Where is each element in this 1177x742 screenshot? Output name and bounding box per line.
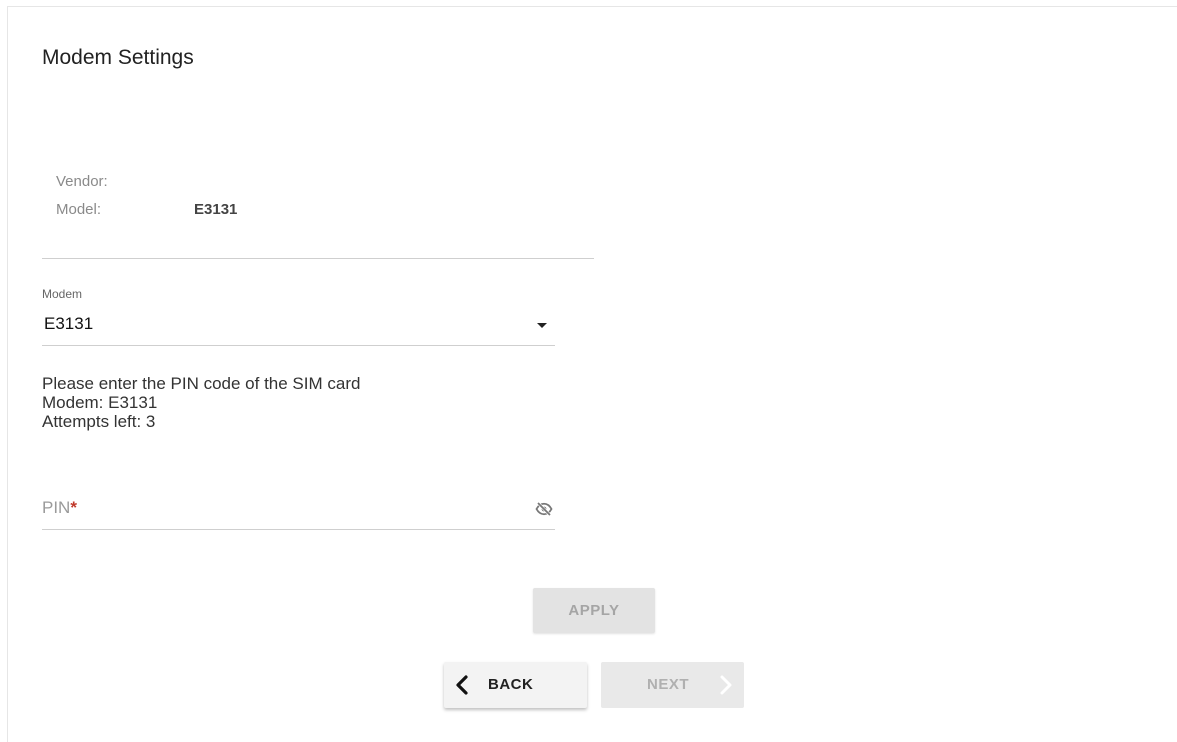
pin-prompt-modem: Modem: E3131 [42,393,158,412]
pin-prompt: Please enter the PIN code of the SIM car… [42,374,360,431]
required-mark: * [70,498,77,517]
back-button-label: BACK [488,676,534,693]
pin-prompt-attempts: Attempts left: 3 [42,412,156,431]
modem-select-value: E3131 [44,314,94,333]
model-value: E3131 [194,201,238,218]
next-button-label: NEXT [647,676,690,693]
pin-input-label: PIN* [42,498,77,518]
modem-select-caption: Modem [42,287,83,301]
page-title: Modem Settings [42,46,194,69]
pin-input[interactable]: PIN* [42,490,555,530]
section-divider [42,258,594,259]
eye-off-icon[interactable] [535,500,553,518]
next-button[interactable]: NEXT [601,662,744,708]
chevron-right-icon [720,675,732,695]
chevron-left-icon [456,675,468,695]
modem-select[interactable]: E3131 [42,306,555,346]
vendor-label: Vendor: [56,173,108,190]
back-button[interactable]: BACK [444,662,587,708]
caret-down-icon [537,323,547,328]
apply-button[interactable]: APPLY [533,588,655,633]
pin-prompt-line: Please enter the PIN code of the SIM car… [42,374,361,393]
pin-label-text: PIN [42,498,71,517]
model-label: Model: [56,201,102,218]
